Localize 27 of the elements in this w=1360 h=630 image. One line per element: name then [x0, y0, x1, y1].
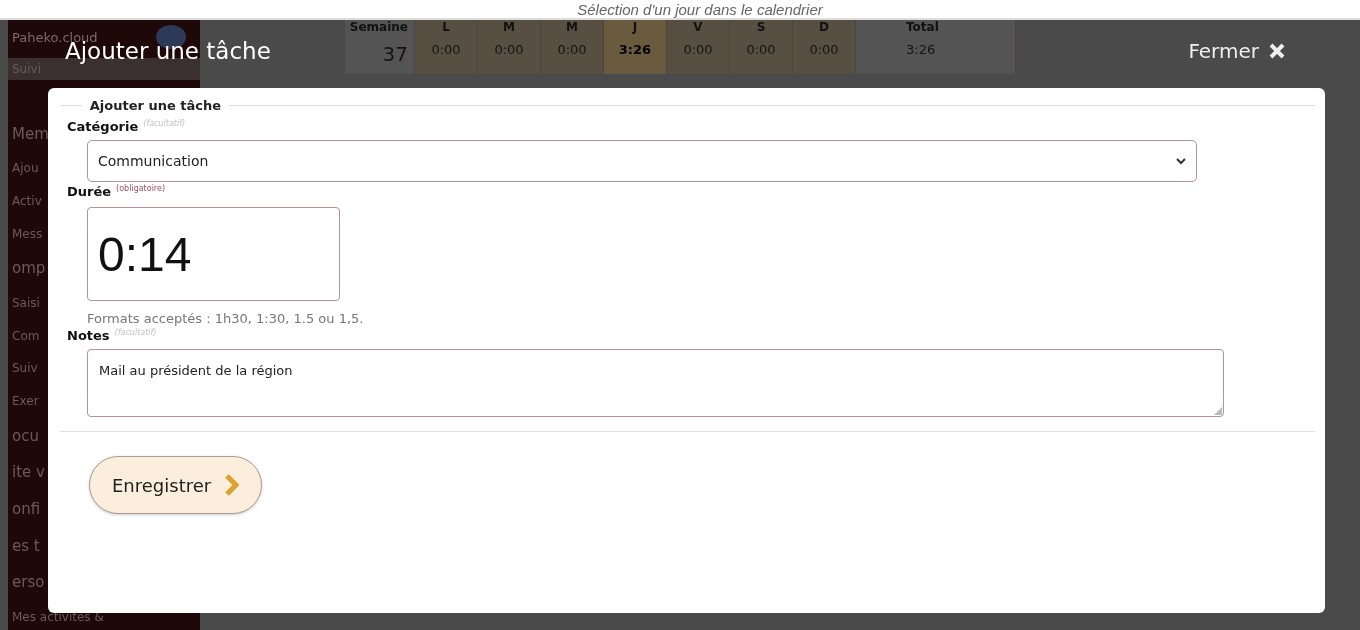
week-column[interactable]: J 3:26 [604, 20, 667, 74]
chevron-down-icon [1176, 157, 1186, 165]
fieldset-legend: Ajouter une tâche [89, 98, 221, 113]
week-column[interactable]: S 0:00 [730, 20, 793, 74]
category-select[interactable]: Communication [87, 140, 1197, 182]
week-column[interactable]: Total 3:26 [856, 20, 1016, 74]
required-note: (obligatoire) [116, 184, 166, 193]
week-column[interactable]: L 0:00 [415, 20, 478, 74]
save-button[interactable]: Enregistrer [89, 456, 263, 514]
duration-input[interactable]: 0:14 [87, 207, 340, 301]
notes-textarea[interactable]: Mail au président de la région [87, 349, 1224, 417]
resize-grip-icon[interactable] [1214, 407, 1222, 415]
caption: Sélection d'un jour dans le calendrier [577, 1, 823, 18]
close-icon [1269, 43, 1285, 59]
help-text: Formats acceptés : 1h30, 1:30, 1.5 ou 1,5. [87, 311, 365, 326]
field-label: Durée [67, 184, 112, 199]
week-column[interactable]: Semaine 37 [345, 20, 415, 74]
week-column[interactable]: M 0:00 [541, 20, 604, 74]
field-label: Notes [67, 328, 110, 343]
week-column[interactable]: M 0:00 [478, 20, 541, 74]
week-column[interactable]: V 0:00 [667, 20, 730, 74]
chevron-right-icon [225, 474, 240, 496]
week-column[interactable]: D 0:00 [793, 20, 856, 74]
optional-note: (facultatif) [114, 328, 157, 337]
field-label: Catégorie [67, 119, 139, 134]
close-button[interactable]: Fermer [1188, 39, 1285, 63]
optional-note: (facultatif) [143, 119, 186, 128]
